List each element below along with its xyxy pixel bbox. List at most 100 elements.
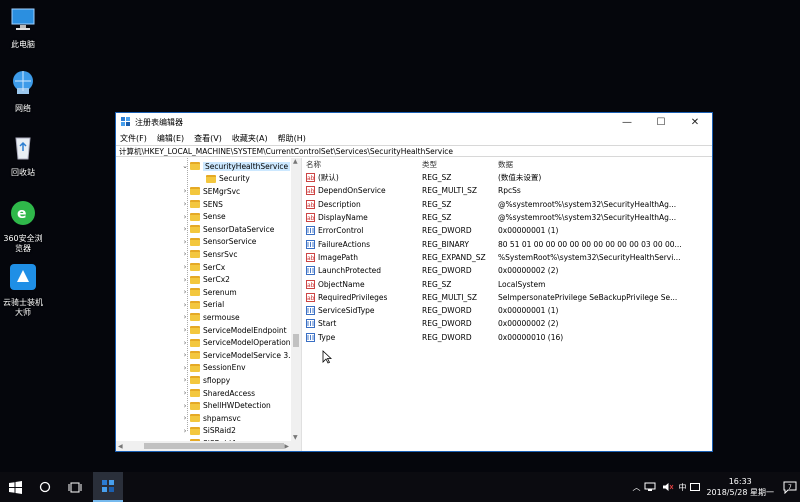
desktop-icon-network[interactable]: 网络: [0, 68, 46, 114]
tree-item[interactable]: › Sense: [116, 210, 292, 223]
expand-chevron-icon[interactable]: ›: [180, 351, 190, 359]
keyboard-icon[interactable]: [690, 482, 701, 492]
value-row[interactable]: Type REG_DWORD 0x00000010 (16): [302, 331, 712, 344]
value-row[interactable]: Start REG_DWORD 0x00000002 (2): [302, 317, 712, 330]
value-row[interactable]: ab DisplayName REG_SZ @%systemroot%\system3…: [302, 211, 712, 224]
tree-item-label: SENS: [203, 199, 223, 209]
address-bar[interactable]: 计算机\HKEY_LOCAL_MACHINE\SYSTEM\CurrentCon…: [116, 145, 712, 157]
tray-overflow-icon[interactable]: ︿: [632, 482, 640, 493]
tree-item[interactable]: › SENS: [116, 198, 292, 211]
desktop-icon-recycle-bin[interactable]: 回收站: [0, 132, 46, 178]
tree-item[interactable]: › ShellHWDetection: [116, 399, 292, 412]
tree-hscroll-thumb[interactable]: [144, 443, 284, 449]
tree-item[interactable]: › shpamsvc: [116, 412, 292, 425]
value-row[interactable]: ab ObjectName REG_SZ LocalSystem: [302, 277, 712, 290]
tree-item[interactable]: › Serenum: [116, 286, 292, 299]
expand-chevron-icon[interactable]: ›: [180, 376, 190, 384]
start-button[interactable]: [0, 472, 30, 502]
tree-item[interactable]: › SensrSvc: [116, 248, 292, 261]
tree-item[interactable]: › SensorService: [116, 236, 292, 249]
value-name-cell: Type: [302, 332, 422, 342]
tree-item[interactable]: › SessionEnv: [116, 362, 292, 375]
expand-chevron-icon[interactable]: ›: [180, 200, 190, 208]
tree-item[interactable]: › SiSRaid2: [116, 425, 292, 438]
network-icon[interactable]: [644, 482, 656, 492]
expand-chevron-icon[interactable]: ›: [180, 414, 190, 422]
expand-chevron-icon[interactable]: ›: [180, 427, 190, 435]
expand-chevron-icon[interactable]: ⌄: [180, 162, 190, 170]
tree-item[interactable]: ⌄ SecurityHealthService: [116, 160, 292, 173]
value-row[interactable]: ab Description REG_SZ @%systemroot%\system3…: [302, 198, 712, 211]
maximize-button[interactable]: ☐: [644, 113, 678, 131]
expand-chevron-icon[interactable]: ›: [180, 326, 190, 334]
tree-item[interactable]: › ServiceModelOperation: [116, 336, 292, 349]
tree-item[interactable]: › SensorDataService: [116, 223, 292, 236]
value-name: RequiredPrivileges: [318, 292, 388, 302]
close-button[interactable]: ✕: [678, 113, 712, 131]
value-row[interactable]: ab ImagePath REG_EXPAND_SZ %SystemRoot%\sys…: [302, 251, 712, 264]
value-row[interactable]: ab DependOnService REG_MULTI_SZ RpcSs: [302, 184, 712, 197]
value-row[interactable]: FailureActions REG_BINARY 80 51 01 00 00 0…: [302, 237, 712, 250]
taskbar-regedit-app[interactable]: [93, 472, 123, 502]
tree-vertical-scrollbar[interactable]: ▲ ▼: [291, 158, 301, 441]
expand-chevron-icon[interactable]: ›: [180, 213, 190, 221]
menu-edit[interactable]: 编辑(E): [157, 133, 184, 144]
expand-chevron-icon[interactable]: ›: [180, 313, 190, 321]
scroll-left-icon[interactable]: ◀: [118, 443, 123, 450]
task-view-button[interactable]: [60, 472, 90, 502]
value-row[interactable]: ServiceSidType REG_DWORD 0x00000001 (1): [302, 304, 712, 317]
value-row[interactable]: ErrorControl REG_DWORD 0x00000001 (1): [302, 224, 712, 237]
expand-chevron-icon[interactable]: ›: [180, 276, 190, 284]
tree-item[interactable]: Security: [116, 173, 292, 186]
column-header-type[interactable]: 类型: [422, 159, 498, 170]
tree-horizontal-scrollbar[interactable]: ◀ ▶: [116, 441, 301, 451]
desktop-icon-360-browser[interactable]: e 360安全浏览器: [0, 198, 46, 254]
value-type: REG_SZ: [422, 279, 452, 289]
title-bar[interactable]: 注册表编辑器 — ☐ ✕: [116, 113, 712, 131]
value-row[interactable]: LaunchProtected REG_DWORD 0x00000002 (2): [302, 264, 712, 277]
menu-favorites[interactable]: 收藏夹(A): [232, 133, 268, 144]
ime-indicator[interactable]: 中: [678, 482, 686, 493]
expand-chevron-icon[interactable]: ›: [180, 250, 190, 258]
tree-item[interactable]: › sermouse: [116, 311, 292, 324]
volume-muted-icon[interactable]: [662, 482, 674, 492]
expand-chevron-icon[interactable]: ›: [180, 364, 190, 372]
desktop-icon-yunqishi[interactable]: 云骑士装机大师: [0, 262, 46, 318]
expand-chevron-icon[interactable]: ›: [180, 263, 190, 271]
tree-scroll-thumb[interactable]: [293, 334, 299, 347]
expand-chevron-icon[interactable]: ›: [180, 225, 190, 233]
browser-360-icon: e: [11, 201, 35, 225]
scroll-up-icon[interactable]: ▲: [293, 158, 298, 165]
tree-item[interactable]: › sfloppy: [116, 374, 292, 387]
tree-item[interactable]: › Serial: [116, 299, 292, 312]
scroll-right-icon[interactable]: ▶: [284, 443, 289, 450]
tree-item[interactable]: › ServiceModelEndpoint: [116, 324, 292, 337]
expand-chevron-icon[interactable]: ›: [180, 288, 190, 296]
menu-file[interactable]: 文件(F): [120, 133, 147, 144]
action-center-button[interactable]: 7: [780, 472, 800, 502]
search-button[interactable]: [30, 472, 60, 502]
desktop-icon-this-pc[interactable]: 此电脑: [0, 4, 46, 50]
expand-chevron-icon[interactable]: ›: [180, 402, 190, 410]
expand-chevron-icon[interactable]: ›: [180, 389, 190, 397]
tree-item[interactable]: › SEMgrSvc: [116, 185, 292, 198]
expand-chevron-icon[interactable]: ›: [180, 187, 190, 195]
tree-item[interactable]: › SerCx2: [116, 273, 292, 286]
folder-icon: [190, 200, 200, 209]
scroll-down-icon[interactable]: ▼: [293, 434, 298, 441]
expand-chevron-icon[interactable]: ›: [180, 238, 190, 246]
menu-view[interactable]: 查看(V): [194, 133, 222, 144]
expand-chevron-icon[interactable]: ›: [180, 301, 190, 309]
menu-help[interactable]: 帮助(H): [278, 133, 306, 144]
tree-item[interactable]: › SharedAccess: [116, 387, 292, 400]
minimize-button[interactable]: —: [610, 113, 644, 131]
column-header-data[interactable]: 数据: [498, 159, 708, 170]
value-row[interactable]: ab RequiredPrivileges REG_MULTI_SZ SeImpers…: [302, 291, 712, 304]
value-row[interactable]: ab (默认) REG_SZ (数值未设置): [302, 171, 712, 184]
tree-item[interactable]: › ServiceModelService 3.: [116, 349, 292, 362]
string-value-icon: ab: [306, 186, 315, 196]
tree-item[interactable]: › SerCx: [116, 261, 292, 274]
expand-chevron-icon[interactable]: ›: [180, 339, 190, 347]
column-header-name[interactable]: 名称: [302, 159, 422, 170]
clock[interactable]: 16:33 2018/5/28 星期一: [706, 476, 774, 498]
